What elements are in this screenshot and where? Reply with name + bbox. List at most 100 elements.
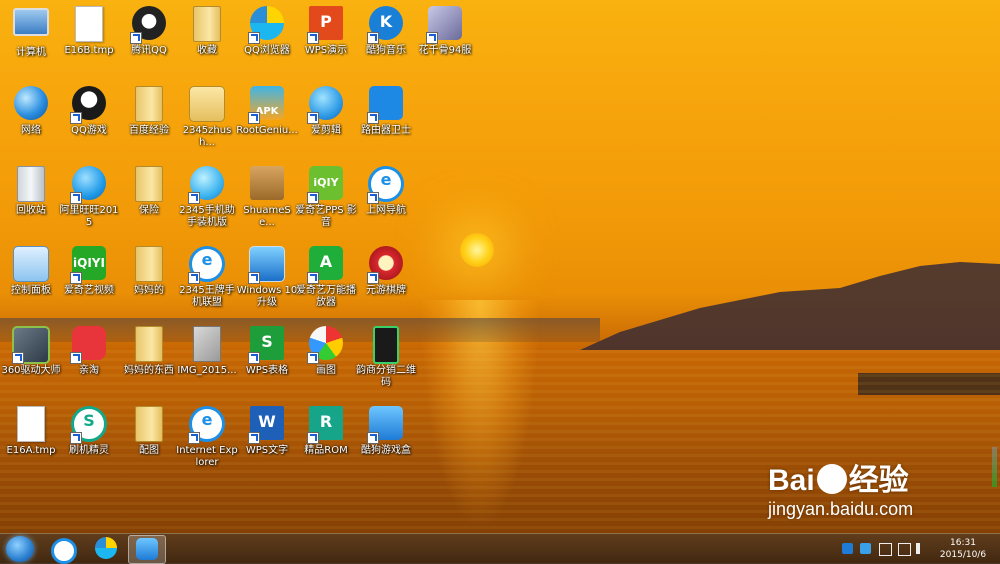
desktop-icon-2345-phone-assistant[interactable]: 2345手机助手装机版 bbox=[176, 164, 238, 229]
desktop-icon-qq[interactable]: 腾讯QQ bbox=[118, 4, 180, 57]
desktop-icon-rootgenius[interactable]: APK RootGeniu... bbox=[236, 84, 298, 137]
network-tray-icon[interactable] bbox=[879, 543, 892, 556]
desktop-icon-qintao[interactable]: 亲淘 bbox=[58, 324, 120, 377]
folder-icon bbox=[135, 246, 163, 282]
shortcut-arrow-icon bbox=[70, 432, 82, 444]
desktop-icon-baoxian-folder[interactable]: 保险 bbox=[118, 164, 180, 217]
icon-label: 2345zhush... bbox=[182, 125, 232, 148]
icon-label: WPS文字 bbox=[245, 445, 289, 456]
desktop-icon-control-panel[interactable]: 控制面板 bbox=[0, 244, 62, 297]
desktop-icon-shuaji[interactable]: S 刷机精灵 bbox=[58, 404, 120, 457]
taskbar-clock[interactable]: 16:31 2015/10/6 bbox=[930, 537, 996, 561]
icon-label: 爱奇艺视频 bbox=[64, 285, 114, 296]
icon-label: 收藏 bbox=[197, 45, 217, 56]
desktop-icon-peitu-folder[interactable]: 配图 bbox=[118, 404, 180, 457]
shield-icon[interactable] bbox=[842, 543, 853, 554]
desktop-icon-wps-writer[interactable]: W WPS文字 bbox=[236, 404, 298, 457]
icon-label: 刷机精灵 bbox=[69, 445, 109, 456]
desktop-icon-img-file[interactable]: IMG_2015... bbox=[176, 324, 238, 377]
desktop-icon-ijianji[interactable]: 爱剪辑 bbox=[295, 84, 357, 137]
desktop-icon-huaqiangu[interactable]: 花千骨94服 bbox=[414, 4, 476, 57]
desktop-icon-wps-sheet[interactable]: S WPS表格 bbox=[236, 324, 298, 377]
desktop-icon-router-guard[interactable]: 路由器卫士 bbox=[355, 84, 417, 137]
desktop-icon-recycle-bin[interactable]: 回收站 bbox=[0, 164, 62, 217]
icon-label: QQ游戏 bbox=[71, 125, 107, 136]
desktop-icon-kugou[interactable]: K 酷狗音乐 bbox=[355, 4, 417, 57]
shortcut-arrow-icon bbox=[426, 32, 438, 44]
desktop-icon-yuanyou[interactable]: 元游棋牌 bbox=[355, 244, 417, 297]
icon-label: Windows 10 升级 bbox=[236, 285, 298, 308]
icon-label: 网络 bbox=[21, 125, 41, 136]
desktop-icon-2345-ace-phone[interactable]: e 2345王牌手机联盟 bbox=[176, 244, 238, 309]
icon-label: 阿里旺旺2015 bbox=[59, 205, 119, 228]
desktop-icon-internet-explorer[interactable]: e Internet Explorer bbox=[176, 404, 238, 469]
desktop-icon-mama-folder[interactable]: 妈妈的 bbox=[118, 244, 180, 297]
taskbar-ie-button[interactable] bbox=[46, 535, 82, 564]
icon-label: 百度经验 bbox=[129, 125, 169, 136]
icon-label: 配图 bbox=[139, 445, 159, 456]
shortcut-arrow-icon bbox=[307, 192, 319, 204]
shortcut-arrow-icon bbox=[367, 32, 379, 44]
desktop-icon-paint[interactable]: 画图 bbox=[295, 324, 357, 377]
mountain-silhouette bbox=[580, 262, 1000, 350]
icon-label: Internet Explorer bbox=[176, 445, 238, 468]
computer-icon bbox=[13, 8, 49, 36]
tmp-file-icon bbox=[17, 406, 45, 442]
desktop-icon-win10-upgrade[interactable]: Windows 10 升级 bbox=[236, 244, 298, 309]
icon-label: 花千骨94服 bbox=[418, 45, 472, 56]
desktop-icon-qrcode[interactable]: 韵商分销二维码 bbox=[355, 324, 417, 389]
desktop-icon-e16b[interactable]: E16B.tmp bbox=[58, 4, 120, 57]
desktop-icon-wps-present[interactable]: P WPS演示 bbox=[295, 4, 357, 57]
desktop-icon-nav[interactable]: e 上网导航 bbox=[355, 164, 417, 217]
taskbar-kugou-game-button[interactable] bbox=[128, 535, 166, 564]
desktop-icon-iqiyi[interactable]: iQIYI 爱奇艺视频 bbox=[58, 244, 120, 297]
icon-label: 2345手机助手装机版 bbox=[179, 205, 235, 228]
desktop-icon-pps[interactable]: iQIY 爱奇艺PPS 影音 bbox=[295, 164, 357, 229]
icon-label: 元游棋牌 bbox=[366, 285, 406, 296]
desktop-icon-360-driver[interactable]: 360驱动大师 bbox=[0, 324, 62, 377]
desktop-icon-shuame[interactable]: ShuameSe... bbox=[236, 164, 298, 229]
volume-icon[interactable] bbox=[916, 543, 931, 554]
desktop-icon-computer[interactable]: 计算机 bbox=[0, 4, 62, 59]
desktop-icon-shoucang-folder[interactable]: 收藏 bbox=[176, 4, 238, 57]
shortcut-arrow-icon bbox=[248, 32, 260, 44]
desktop-icon-kugou-game[interactable]: 酷狗游戏盒 bbox=[355, 404, 417, 457]
icon-label: 爱剪辑 bbox=[311, 125, 341, 136]
icon-label: 腾讯QQ bbox=[131, 45, 167, 56]
taskbar-qq-browser-button[interactable] bbox=[88, 535, 124, 562]
show-desktop-button[interactable] bbox=[992, 447, 997, 487]
desktop-icon-network[interactable]: 网络 bbox=[0, 84, 62, 137]
start-button[interactable] bbox=[6, 536, 34, 562]
shortcut-arrow-icon bbox=[307, 112, 319, 124]
shortcut-arrow-icon bbox=[307, 32, 319, 44]
desktop-icon-universal-player[interactable]: A 爱奇艺万能播放器 bbox=[295, 244, 357, 309]
folder-icon bbox=[135, 166, 163, 202]
icon-label: 360驱动大师 bbox=[1, 365, 61, 376]
icon-label: E16A.tmp bbox=[6, 445, 56, 456]
desktop-icon-mama-stuff-folder[interactable]: 妈妈的东西 bbox=[118, 324, 180, 377]
shortcut-arrow-icon bbox=[367, 272, 379, 284]
qq-browser-icon bbox=[95, 537, 117, 559]
desktop-icon-baidu-folder[interactable]: 百度经验 bbox=[118, 84, 180, 137]
folder-icon bbox=[135, 326, 163, 362]
desktop-icon-2345zhushou[interactable]: 2345zhush... bbox=[176, 84, 238, 149]
folder-icon bbox=[135, 86, 163, 122]
monitor-icon[interactable] bbox=[898, 543, 911, 556]
desktop-icon-e16a[interactable]: E16A.tmp bbox=[0, 404, 62, 457]
desktop-icon-qq-browser[interactable]: QQ浏览器 bbox=[236, 4, 298, 57]
desktop-icon-jingpin-rom[interactable]: R 精品ROM bbox=[295, 404, 357, 457]
app-tray-icon[interactable] bbox=[860, 543, 871, 554]
watermark-logo-text: Bai bbox=[768, 464, 815, 497]
clock-time: 16:31 bbox=[950, 538, 976, 548]
box-icon bbox=[250, 166, 284, 200]
desktop-icon-qq-game[interactable]: QQ游戏 bbox=[58, 84, 120, 137]
icon-label: 2345王牌手机联盟 bbox=[179, 285, 235, 308]
desktop-icon-aliwangwang[interactable]: 阿里旺旺2015 bbox=[58, 164, 120, 229]
shortcut-arrow-icon bbox=[70, 272, 82, 284]
shortcut-arrow-icon bbox=[188, 272, 200, 284]
icon-label: 酷狗游戏盒 bbox=[361, 445, 411, 456]
icon-label: 精品ROM bbox=[304, 445, 348, 456]
icon-label: 保险 bbox=[139, 205, 159, 216]
ie-icon bbox=[51, 538, 77, 564]
icon-label: 画图 bbox=[316, 365, 336, 376]
